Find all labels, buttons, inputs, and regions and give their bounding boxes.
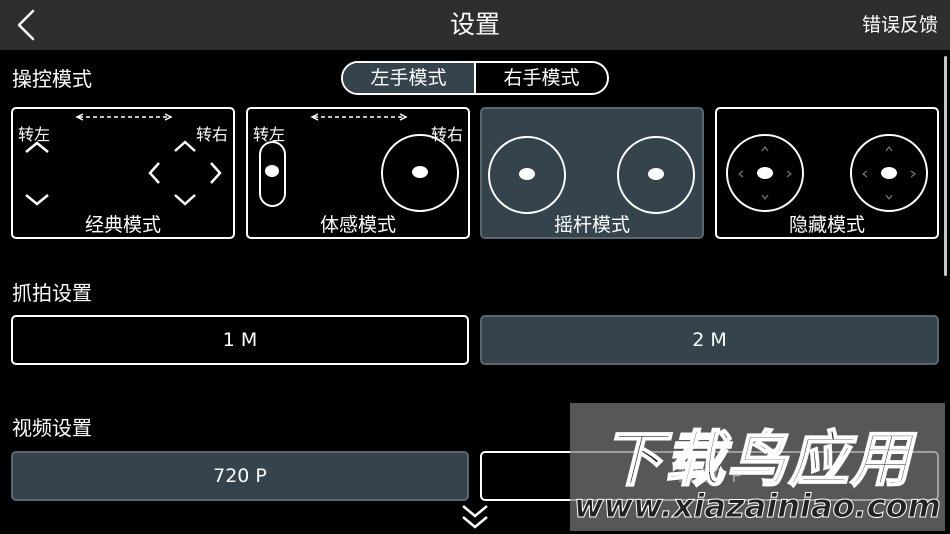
chevron-left-icon: [17, 9, 35, 41]
control-mode-label: 操控模式: [12, 67, 92, 91]
watermark-overlay: 下载鸟应用 www.xiazainiao.com: [570, 403, 945, 531]
feedback-button[interactable]: 错误反馈: [862, 0, 938, 50]
mode-name-motion: 体感模式: [319, 214, 396, 236]
double-chevron-down-icon: [462, 505, 488, 529]
turn-left-label: 转左: [253, 125, 286, 144]
back-button[interactable]: [8, 6, 44, 44]
watermark-url: www.xiazainiao.com: [574, 487, 942, 526]
capture-1m-button[interactable]: 1 M: [11, 315, 469, 365]
mode-card-joystick[interactable]: 摇杆模式: [480, 107, 704, 239]
watermark-title: 下载鸟应用: [602, 424, 913, 496]
mode-name-joystick: 摇杆模式: [553, 214, 630, 236]
mode-card-motion[interactable]: 转左 转右 体感模式: [246, 107, 470, 239]
expand-more-button[interactable]: [460, 503, 490, 533]
hand-mode-toggle: 左手模式 右手模式: [341, 61, 609, 95]
mode-name-hidden: 隐藏模式: [788, 214, 865, 236]
scrollbar-thumb[interactable]: [944, 56, 947, 276]
turn-left-label: 转左: [18, 125, 51, 144]
mode-card-hidden[interactable]: 隐藏模式: [715, 107, 939, 239]
turn-right-label: 转右: [195, 125, 228, 144]
video-settings-label: 视频设置: [12, 416, 92, 440]
left-hand-mode-option[interactable]: 左手模式: [343, 63, 474, 93]
top-bar: 设置 错误反馈: [0, 0, 950, 50]
capture-2m-button[interactable]: 2 M: [480, 315, 939, 365]
page-title: 设置: [449, 10, 500, 39]
capture-settings-label: 抓拍设置: [12, 281, 92, 305]
video-720p-button[interactable]: 720 P: [11, 451, 469, 501]
mode-name-classic: 经典模式: [84, 214, 161, 236]
mode-card-classic[interactable]: 转左 转右 经典模式: [11, 107, 235, 239]
turn-right-label: 转右: [430, 125, 463, 144]
right-hand-mode-option[interactable]: 右手模式: [474, 63, 607, 93]
